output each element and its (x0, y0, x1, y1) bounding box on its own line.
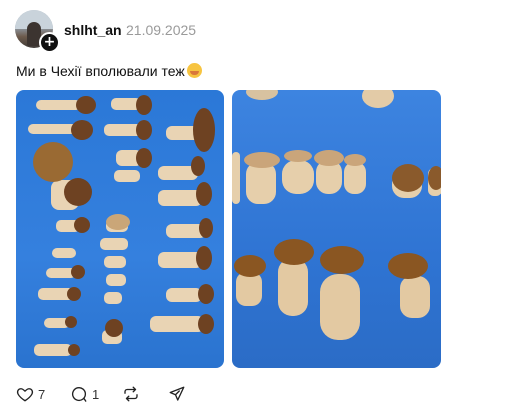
avatar[interactable]: + (15, 10, 60, 53)
username[interactable]: shlht_an (64, 22, 122, 38)
mushrooms-illustration-1 (28, 95, 215, 356)
mushrooms-photo-1[interactable] (16, 90, 224, 368)
reply-button[interactable]: 1 (70, 382, 99, 406)
mushrooms-photo-2[interactable] (232, 90, 441, 368)
face-with-hand-over-mouth-emoji (186, 63, 202, 78)
repost-button[interactable] (122, 382, 140, 406)
reply-count: 1 (92, 386, 100, 402)
share-button[interactable] (168, 382, 186, 406)
post-text: Ми в Чехії вполювали теж (16, 63, 202, 79)
mushrooms-illustration-2 (232, 90, 441, 340)
comment-icon (71, 386, 87, 402)
post-date: 21.09.2025 (126, 22, 197, 38)
send-icon (169, 386, 185, 401)
heart-icon (16, 388, 34, 402)
like-count: 7 (38, 386, 46, 402)
like-button[interactable]: 7 (16, 382, 45, 406)
repost-icon (124, 386, 138, 402)
post-text-content: Ми в Чехії вполювали теж (16, 63, 185, 79)
follow-plus-icon[interactable]: + (39, 32, 60, 53)
